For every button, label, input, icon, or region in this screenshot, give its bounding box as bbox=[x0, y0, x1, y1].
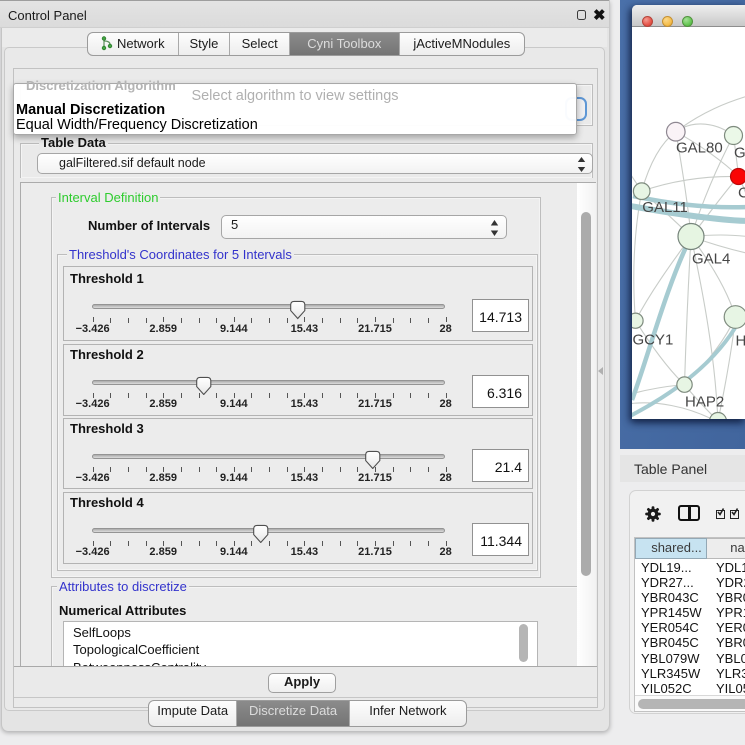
svg-text:GA: GA bbox=[734, 145, 745, 162]
svg-text:HAP2: HAP2 bbox=[685, 394, 724, 411]
svg-text:CD: CD bbox=[738, 185, 745, 202]
svg-text:GAL80: GAL80 bbox=[676, 140, 723, 157]
svg-text:GAL4: GAL4 bbox=[692, 251, 730, 268]
svg-text:GCY1: GCY1 bbox=[633, 332, 674, 349]
svg-text:HI: HI bbox=[736, 333, 745, 350]
svg-text:GAL11: GAL11 bbox=[642, 199, 688, 216]
